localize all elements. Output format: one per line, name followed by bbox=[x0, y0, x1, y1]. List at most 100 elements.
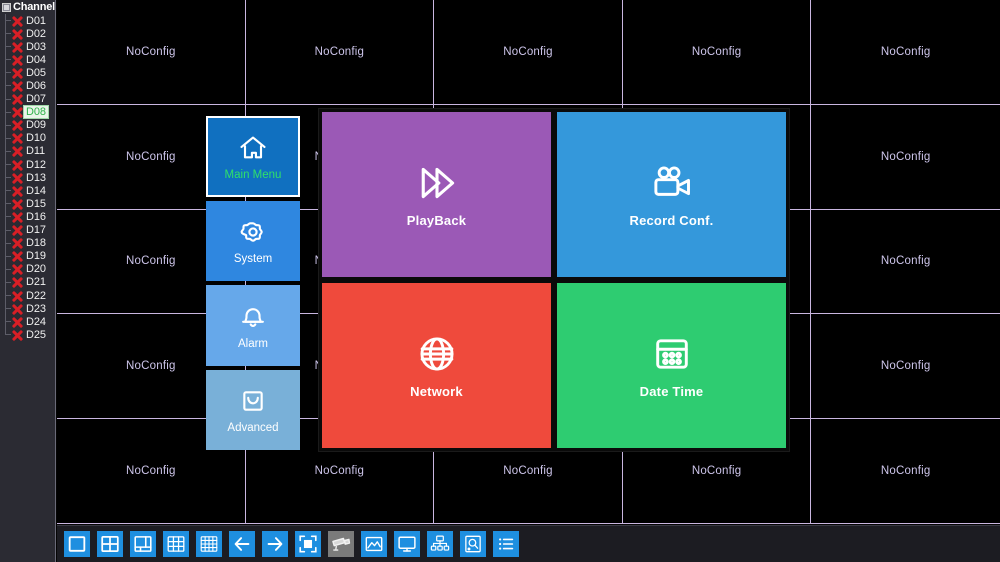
video-cell[interactable]: NoConfig bbox=[811, 209, 1000, 315]
hdd-search-button[interactable] bbox=[460, 531, 486, 557]
red-x-icon[interactable] bbox=[11, 303, 24, 315]
red-x-icon[interactable] bbox=[11, 276, 24, 288]
layout-1-button[interactable] bbox=[64, 531, 90, 557]
menu-tile-network[interactable]: Network bbox=[322, 283, 551, 448]
next-page-button[interactable] bbox=[262, 531, 288, 557]
menu-side-column: Main Menu System Alarm Advanced bbox=[206, 116, 300, 450]
display-button[interactable] bbox=[394, 531, 420, 557]
video-cell-status: NoConfig bbox=[880, 255, 931, 268]
channel-item-d08[interactable]: D08 bbox=[3, 105, 55, 120]
video-cell[interactable]: NoConfig bbox=[245, 0, 435, 105]
channel-item-d15[interactable]: D15 bbox=[3, 197, 55, 211]
red-x-icon[interactable] bbox=[11, 290, 24, 302]
channel-panel: Channel D01 D02 D03 D04 D05 D06 D07 D08 D09 D10 D1… bbox=[0, 0, 56, 562]
channel-item-d01[interactable]: D01 bbox=[3, 14, 55, 28]
channel-item-label: D09 bbox=[26, 119, 46, 132]
red-x-icon[interactable] bbox=[11, 198, 24, 210]
channel-item-d21[interactable]: D21 bbox=[3, 275, 55, 290]
channel-item-d11[interactable]: D11 bbox=[3, 144, 55, 159]
channel-item-d14[interactable]: D14 bbox=[3, 184, 55, 198]
channel-item-d16[interactable]: D16 bbox=[3, 210, 55, 224]
channel-item-d09[interactable]: D09 bbox=[3, 118, 55, 132]
menu-tile-playback[interactable]: PlayBack bbox=[322, 112, 551, 277]
channel-item-d02[interactable]: D02 bbox=[3, 27, 55, 41]
red-x-icon[interactable] bbox=[11, 172, 24, 184]
menu-side-advanced[interactable]: Advanced bbox=[206, 369, 300, 450]
channel-item-d25[interactable]: D25 bbox=[3, 328, 55, 341]
channel-item-d17[interactable]: D17 bbox=[3, 223, 55, 237]
channel-item-d20[interactable]: D20 bbox=[3, 262, 55, 276]
video-cell[interactable]: NoConfig bbox=[811, 0, 1000, 105]
channel-item-label: D16 bbox=[26, 210, 46, 223]
video-cell[interactable]: NoConfig bbox=[811, 314, 1000, 420]
calendar-icon bbox=[650, 332, 694, 376]
video-cell-status: NoConfig bbox=[880, 45, 931, 58]
channel-item-d05[interactable]: D05 bbox=[3, 66, 55, 80]
red-x-icon[interactable] bbox=[11, 316, 24, 328]
red-x-icon[interactable] bbox=[11, 185, 24, 197]
channel-item-label: D14 bbox=[26, 184, 46, 197]
red-x-icon[interactable] bbox=[11, 41, 24, 53]
channel-item-label: D13 bbox=[26, 171, 46, 184]
video-cell[interactable]: NoConfig bbox=[434, 0, 623, 105]
red-x-icon[interactable] bbox=[11, 329, 24, 341]
menu-side-label: Advanced bbox=[227, 422, 279, 435]
bottom-toolbar bbox=[57, 525, 1000, 562]
red-x-icon[interactable] bbox=[11, 106, 24, 118]
menu-side-alarm[interactable]: Alarm bbox=[206, 285, 300, 366]
fullscreen-button[interactable] bbox=[295, 531, 321, 557]
channel-item-d23[interactable]: D23 bbox=[3, 302, 55, 316]
channel-item-d12[interactable]: D12 bbox=[3, 158, 55, 172]
channel-item-d18[interactable]: D18 bbox=[3, 236, 55, 250]
red-x-icon[interactable] bbox=[11, 67, 24, 79]
tools-icon bbox=[237, 385, 269, 417]
video-cell[interactable]: NoConfig bbox=[811, 104, 1000, 210]
red-x-icon[interactable] bbox=[11, 93, 24, 105]
video-cell[interactable]: NoConfig bbox=[622, 0, 812, 105]
channel-item-d07[interactable]: D07 bbox=[3, 92, 55, 106]
red-x-icon[interactable] bbox=[11, 145, 24, 157]
red-x-icon[interactable] bbox=[11, 237, 24, 249]
channel-item-d22[interactable]: D22 bbox=[3, 288, 55, 303]
menu-side-system[interactable]: System bbox=[206, 200, 300, 281]
channel-item-d04[interactable]: D04 bbox=[3, 53, 55, 67]
list-menu-button[interactable] bbox=[493, 531, 519, 557]
video-cell[interactable]: NoConfig bbox=[57, 0, 246, 105]
red-x-icon[interactable] bbox=[11, 224, 24, 236]
ptz-button[interactable] bbox=[328, 531, 354, 557]
image-color-button[interactable] bbox=[361, 531, 387, 557]
menu-side-main-menu[interactable]: Main Menu bbox=[206, 116, 300, 197]
network-tree-icon bbox=[429, 533, 451, 555]
red-x-icon[interactable] bbox=[11, 263, 24, 275]
red-x-icon[interactable] bbox=[11, 250, 24, 262]
nvr-live-view-screen: Channel D01 D02 D03 D04 D05 D06 D07 D08 D09 D10 D1… bbox=[0, 0, 1000, 562]
network-tree-button[interactable] bbox=[427, 531, 453, 557]
fullscreen-icon bbox=[297, 533, 319, 555]
channel-item-d19[interactable]: D19 bbox=[3, 249, 55, 263]
layout-16-button[interactable] bbox=[196, 531, 222, 557]
prev-page-button[interactable] bbox=[229, 531, 255, 557]
channel-item-d24[interactable]: D24 bbox=[3, 315, 55, 329]
red-x-icon[interactable] bbox=[11, 119, 24, 131]
red-x-icon[interactable] bbox=[11, 54, 24, 66]
expand-box-icon[interactable] bbox=[2, 2, 11, 12]
menu-tile-record-conf-[interactable]: Record Conf. bbox=[557, 112, 786, 277]
channel-panel-header[interactable]: Channel bbox=[0, 0, 55, 14]
red-x-icon[interactable] bbox=[11, 15, 24, 27]
video-cell[interactable]: NoConfig bbox=[811, 419, 1000, 524]
red-x-icon[interactable] bbox=[11, 211, 24, 223]
channel-item-d03[interactable]: D03 bbox=[3, 40, 55, 54]
red-x-icon[interactable] bbox=[11, 28, 24, 40]
channel-list: D01 D02 D03 D04 D05 D06 D07 D08 D09 D10 D11 D12 D13 D… bbox=[0, 14, 55, 341]
red-x-icon[interactable] bbox=[11, 80, 24, 92]
layout-4-button[interactable] bbox=[97, 531, 123, 557]
red-x-icon[interactable] bbox=[11, 132, 24, 144]
channel-item-d06[interactable]: D06 bbox=[3, 79, 55, 93]
red-x-icon[interactable] bbox=[11, 159, 24, 171]
channel-item-label: D20 bbox=[26, 263, 46, 276]
channel-item-d13[interactable]: D13 bbox=[3, 171, 55, 185]
layout-6-button[interactable] bbox=[130, 531, 156, 557]
menu-tile-date-time[interactable]: Date Time bbox=[557, 283, 786, 448]
channel-item-d10[interactable]: D10 bbox=[3, 131, 55, 146]
layout-9-button[interactable] bbox=[163, 531, 189, 557]
